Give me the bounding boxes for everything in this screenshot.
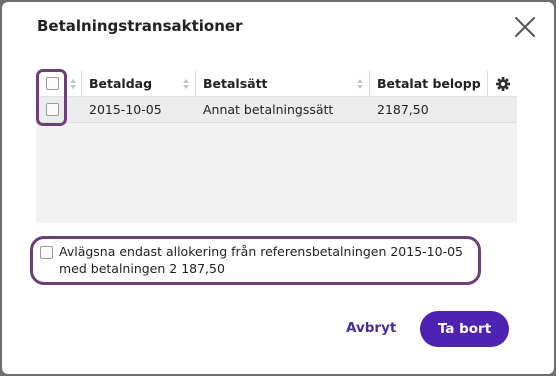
grid-header: Betaldag Betalsätt Betalat belopp xyxy=(36,71,517,97)
column-header-betaldag[interactable]: Betaldag xyxy=(81,71,195,96)
gear-icon[interactable] xyxy=(496,77,510,91)
cell-date: 2015-10-05 xyxy=(82,97,195,122)
column-label: Betalsätt xyxy=(203,76,268,91)
sort-icon[interactable] xyxy=(183,79,189,89)
column-label: Betaldag xyxy=(89,76,153,91)
sort-icon[interactable] xyxy=(357,79,363,89)
cell-amount: 2187,50 xyxy=(370,97,487,122)
column-header-betalat-belopp[interactable]: Betalat belopp xyxy=(369,71,487,96)
column-header-betalsatt[interactable]: Betalsätt xyxy=(195,71,369,96)
dialog-title: Betalningstransaktioner xyxy=(37,17,243,35)
cell-method: Annat betalningssätt xyxy=(196,97,369,122)
payment-method: Annat betalningssätt xyxy=(203,102,334,117)
payment-date: 2015-10-05 xyxy=(89,102,162,117)
cancel-button[interactable]: Avbryt xyxy=(346,320,396,336)
column-label: Betalat belopp xyxy=(377,76,481,91)
transactions-grid: Betaldag Betalsätt Betalat belopp 2015-1… xyxy=(36,71,517,223)
sort-icon[interactable] xyxy=(70,79,76,89)
payment-amount: 2187,50 xyxy=(377,102,429,117)
column-settings-button[interactable] xyxy=(487,71,517,96)
option-highlight xyxy=(30,236,481,285)
table-row[interactable]: 2015-10-05 Annat betalningssätt 2187,50 xyxy=(36,97,517,123)
close-icon[interactable] xyxy=(513,15,537,39)
delete-button[interactable]: Ta bort xyxy=(420,311,509,347)
checkbox-highlight xyxy=(36,69,67,126)
